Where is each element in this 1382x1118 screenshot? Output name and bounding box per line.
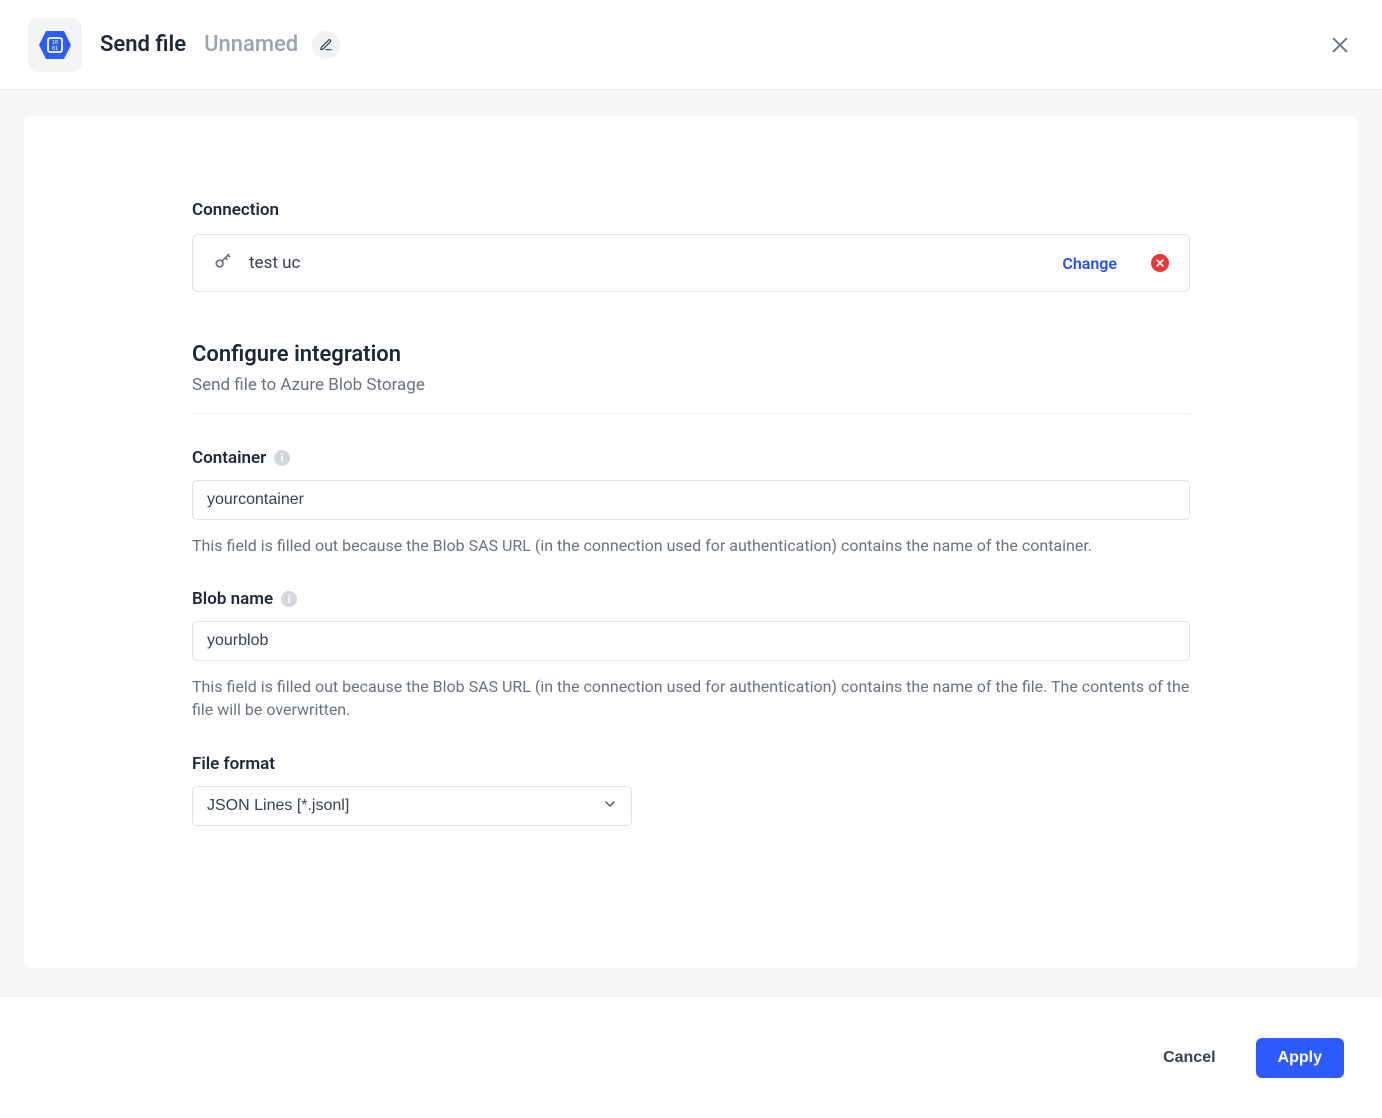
info-icon[interactable]: i [274, 450, 290, 466]
cancel-button[interactable]: Cancel [1141, 1038, 1237, 1078]
config-card: Connection test uc Change Configure inte… [24, 116, 1358, 968]
edit-name-button[interactable] [312, 31, 340, 59]
container-input[interactable] [192, 480, 1190, 520]
change-connection-link[interactable]: Change [1062, 254, 1117, 273]
blob-label: Blob name [192, 589, 273, 609]
blob-input[interactable] [192, 621, 1190, 661]
integration-app-icon: 10 01 [28, 18, 82, 72]
divider [192, 413, 1190, 414]
blob-label-row: Blob name i [192, 589, 1190, 609]
container-help: This field is filled out because the Blo… [192, 534, 1190, 557]
blob-help: This field is filled out because the Blo… [192, 675, 1190, 721]
format-label-row: File format [192, 754, 1190, 774]
configure-subheading: Send file to Azure Blob Storage [192, 375, 1190, 395]
modal-footer: Cancel Apply [0, 996, 1382, 1118]
apply-button[interactable]: Apply [1256, 1038, 1344, 1078]
close-icon [1329, 34, 1351, 56]
container-label-row: Container i [192, 448, 1190, 468]
svg-text:01: 01 [52, 46, 58, 52]
info-icon[interactable]: i [281, 591, 297, 607]
connection-box: test uc Change [192, 234, 1190, 292]
connection-name: test uc [249, 253, 1046, 273]
remove-connection-button[interactable] [1151, 254, 1169, 272]
key-icon [213, 251, 233, 275]
format-label: File format [192, 754, 275, 774]
format-select[interactable] [192, 786, 632, 826]
azure-blob-hex-icon: 10 01 [37, 27, 73, 63]
modal-title: Send file [100, 32, 186, 57]
close-button[interactable] [1326, 31, 1354, 59]
connection-label: Connection [192, 200, 1190, 220]
remove-icon [1155, 258, 1165, 268]
container-label: Container [192, 448, 266, 468]
modal-subtitle: Unnamed [204, 32, 298, 57]
pencil-icon [319, 38, 333, 52]
configure-heading: Configure integration [192, 342, 1190, 367]
modal-header: 10 01 Send file Unnamed [0, 0, 1382, 90]
format-select-wrap [192, 786, 632, 826]
